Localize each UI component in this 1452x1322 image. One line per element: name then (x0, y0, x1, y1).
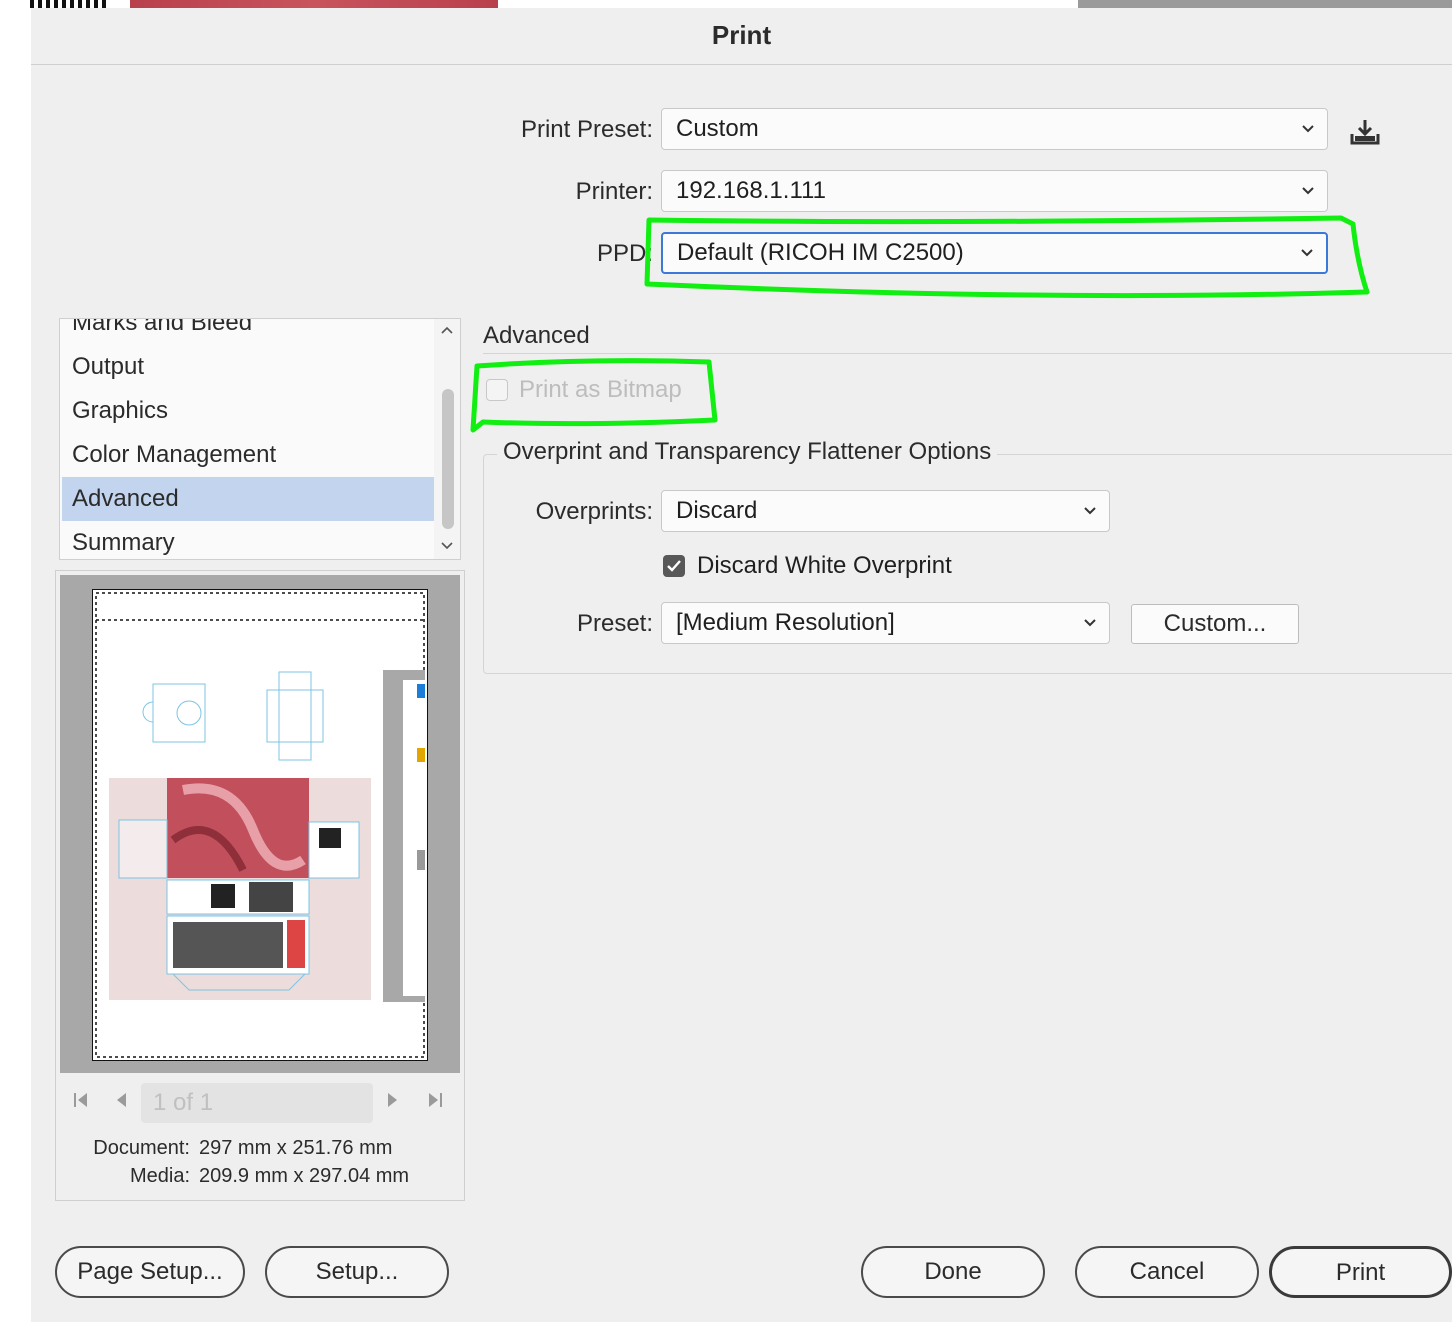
chevron-up-icon[interactable] (440, 325, 454, 335)
print-dialog: Print Print Preset: Custom Printer: 192.… (31, 8, 1452, 1322)
sidebar-item-graphics[interactable]: Graphics (62, 389, 440, 433)
advanced-section-title: Advanced (483, 322, 590, 349)
sidebar-item-color-management[interactable]: Color Management (62, 433, 440, 477)
chevron-down-icon (1084, 619, 1096, 627)
overprints-value: Discard (676, 497, 758, 524)
preview-canvas (60, 575, 460, 1073)
chevron-down-icon (1302, 187, 1314, 195)
printer-select[interactable]: 192.168.1.111 (661, 170, 1328, 212)
print-preset-value: Custom (676, 115, 759, 142)
overprint-group-title: Overprint and Transparency Flattener Opt… (497, 438, 998, 466)
document-size-value: 297 mm x 251.76 mm (199, 1137, 393, 1159)
sidebar-item-advanced[interactable]: Advanced (62, 477, 440, 521)
overprints-select[interactable]: Discard (661, 490, 1110, 532)
media-size-label: Media: (129, 1165, 190, 1187)
chevron-down-icon (1084, 507, 1096, 515)
sidebar-item-summary[interactable]: Summary (62, 521, 440, 559)
list-scrollbar[interactable] (434, 319, 460, 559)
page-indicator[interactable]: 1 of 1 (141, 1083, 373, 1123)
print-button[interactable]: Print (1269, 1246, 1452, 1298)
print-preset-label: Print Preset: (520, 116, 653, 143)
printer-label: Printer: (575, 178, 653, 205)
bitmap-highlight-annotation (470, 358, 718, 433)
preview-artwork-image (95, 592, 425, 1058)
background-window-strip (0, 0, 1452, 8)
background-panel-strip (1078, 0, 1452, 8)
ppd-label: PPD: (596, 240, 653, 267)
preview-page (92, 589, 428, 1061)
next-page-icon[interactable] (386, 1091, 400, 1109)
media-size-value: 209.9 mm x 297.04 mm (199, 1165, 410, 1187)
flattener-preset-select[interactable]: [Medium Resolution] (661, 602, 1110, 644)
cancel-button[interactable]: Cancel (1075, 1246, 1259, 1298)
sidebar-item-output[interactable]: Output (62, 345, 440, 389)
discard-white-overprint-label: Discard White Overprint (697, 552, 952, 579)
done-button[interactable]: Done (861, 1246, 1045, 1298)
flattener-preset-value: [Medium Resolution] (676, 609, 895, 636)
chevron-down-icon (1302, 125, 1314, 133)
ppd-highlight-annotation (644, 215, 1370, 299)
chevron-down-icon[interactable] (440, 541, 454, 551)
dialog-title: Print (31, 8, 1452, 65)
print-preview-panel: 1 of 1 Document: 297 mm x 251.76 mm Medi… (55, 570, 465, 1201)
checkmark-icon (667, 560, 681, 572)
first-page-icon[interactable] (72, 1091, 90, 1109)
section-divider (483, 353, 1452, 354)
background-barcode-strip (30, 0, 110, 8)
overprints-label: Overprints: (535, 498, 653, 525)
setup-button[interactable]: Setup... (265, 1246, 449, 1298)
page-setup-button[interactable]: Page Setup... (55, 1246, 245, 1298)
custom-flattener-button[interactable]: Custom... (1131, 604, 1299, 644)
scrollbar-thumb[interactable] (442, 389, 454, 529)
sidebar-item-marks-and-bleed[interactable]: Marks and Bleed (62, 319, 440, 345)
last-page-icon[interactable] (426, 1091, 444, 1109)
discard-white-overprint-checkbox[interactable] (663, 555, 685, 577)
preset-label: Preset: (576, 610, 653, 637)
document-size-label: Document: (93, 1137, 190, 1159)
previous-page-icon[interactable] (114, 1091, 128, 1109)
category-list[interactable]: Marks and Bleed Output Graphics Color Ma… (59, 318, 461, 560)
background-artwork-strip (130, 0, 498, 8)
save-preset-icon[interactable] (1349, 118, 1381, 146)
printer-value: 192.168.1.111 (676, 177, 826, 204)
print-preset-select[interactable]: Custom (661, 108, 1328, 150)
